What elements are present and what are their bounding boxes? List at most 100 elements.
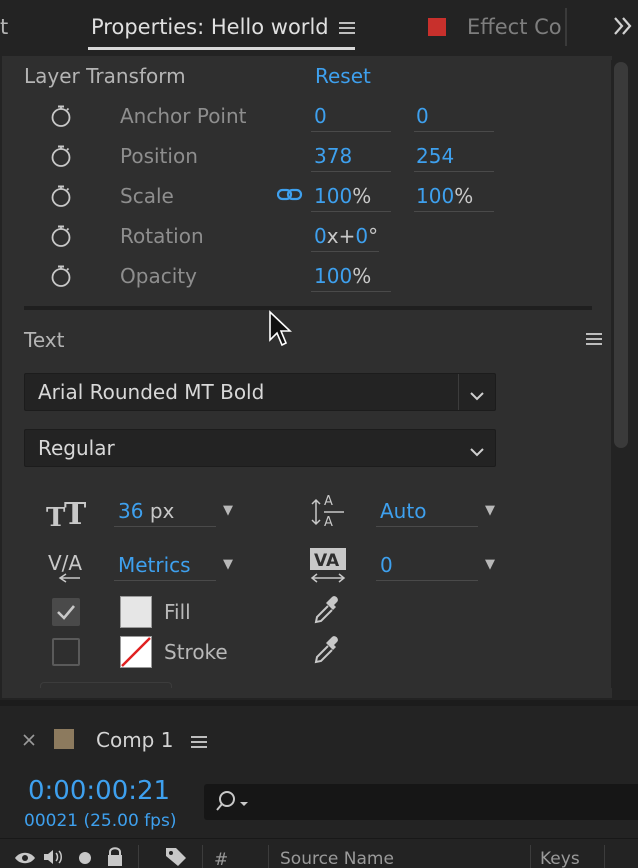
chevron-down-icon[interactable] <box>469 386 485 401</box>
field-underline <box>311 251 379 252</box>
font-size-icon: TT <box>46 496 87 533</box>
mouse-cursor-icon <box>268 310 293 348</box>
partial-control <box>40 682 172 688</box>
effect-color-swatch <box>428 18 446 36</box>
leading-value[interactable]: Auto <box>380 499 426 523</box>
panel-menu-icon[interactable] <box>339 20 355 34</box>
scale-label: Scale <box>120 184 174 208</box>
svg-text:A: A <box>324 515 333 528</box>
kerning-value[interactable]: Metrics <box>118 553 191 577</box>
reset-button[interactable]: Reset <box>315 64 371 88</box>
label-tag-icon[interactable] <box>164 846 190 866</box>
more-tabs-icon[interactable] <box>612 14 634 38</box>
font-family-value: Arial Rounded MT Bold <box>38 380 265 404</box>
tab-properties[interactable]: Properties: Hello world <box>91 15 329 39</box>
field-underline <box>376 526 478 527</box>
current-timecode[interactable]: 0:00:00:21 <box>28 776 170 806</box>
layer-transform-title: Layer Transform <box>24 64 186 88</box>
eyedropper-icon[interactable] <box>312 634 342 666</box>
tracking-value[interactable]: 0 <box>380 553 393 577</box>
rotation-revolutions[interactable]: 0 <box>314 224 327 248</box>
eyedropper-icon[interactable] <box>312 594 342 626</box>
stopwatch-icon[interactable] <box>50 265 72 287</box>
field-underline <box>114 526 216 527</box>
svg-text:T: T <box>46 503 66 528</box>
percent-unit: % <box>454 184 474 208</box>
svg-text:VA: VA <box>314 551 340 571</box>
scale-x-value[interactable]: 100 <box>314 184 352 208</box>
opacity-label: Opacity <box>120 264 197 288</box>
column-separator <box>138 845 139 868</box>
font-size-unit: px <box>149 499 175 523</box>
dropdown-separator <box>458 374 459 410</box>
frame-counter: 00021 (25.00 fps) <box>24 811 177 831</box>
stroke-label: Stroke <box>164 640 228 664</box>
close-tab-icon[interactable] <box>22 732 36 746</box>
font-size-caret-icon[interactable]: ▼ <box>223 503 233 518</box>
svg-text:A: A <box>324 494 333 509</box>
lock-icon[interactable] <box>106 846 124 866</box>
leading-caret-icon[interactable]: ▼ <box>485 503 495 518</box>
solo-icon[interactable] <box>79 852 91 864</box>
timeline-search-input[interactable] <box>204 784 638 820</box>
section-divider <box>24 306 592 310</box>
stopwatch-icon[interactable] <box>50 185 72 207</box>
chevron-down-icon[interactable] <box>469 442 485 457</box>
position-x-value[interactable]: 378 <box>314 144 352 168</box>
scale-y-value[interactable]: 100 <box>416 184 454 208</box>
keys-header[interactable]: Keys <box>540 849 580 868</box>
scrollbar-thumb[interactable] <box>614 62 628 448</box>
constrain-proportions-link-icon[interactable] <box>276 187 303 203</box>
field-underline <box>311 291 391 292</box>
position-y-value[interactable]: 254 <box>416 144 454 168</box>
scale-x-field[interactable]: 100% <box>314 184 371 208</box>
stroke-checkbox[interactable] <box>52 638 80 666</box>
eye-icon[interactable] <box>14 850 36 864</box>
stopwatch-icon[interactable] <box>50 145 72 167</box>
scale-y-field[interactable]: 100% <box>416 184 473 208</box>
text-section-title: Text <box>24 328 65 352</box>
kerning-icon: V/A <box>46 548 86 584</box>
column-separator <box>268 845 269 868</box>
anchor-x-value[interactable]: 0 <box>314 104 327 128</box>
opacity-value[interactable]: 100 <box>314 264 352 288</box>
stopwatch-icon[interactable] <box>50 105 72 127</box>
leading-icon: AA <box>310 492 346 530</box>
font-size-value[interactable]: 36 <box>118 499 143 523</box>
tab-effect-controls[interactable]: Effect Con <box>467 15 563 39</box>
tab-separator <box>565 8 567 46</box>
degree-unit: ° <box>368 224 379 248</box>
rotation-degrees[interactable]: 0 <box>355 224 368 248</box>
audio-icon[interactable] <box>42 848 66 866</box>
kerning-caret-icon[interactable]: ▼ <box>223 557 233 572</box>
position-label: Position <box>120 144 198 168</box>
percent-unit: % <box>352 264 372 288</box>
layer-number-header[interactable]: # <box>214 850 228 868</box>
text-panel-menu-icon[interactable] <box>586 331 602 345</box>
rotation-field[interactable]: 0x+0° <box>314 224 378 248</box>
field-underline <box>311 131 391 132</box>
fill-color-swatch[interactable] <box>120 596 152 628</box>
stroke-color-swatch[interactable] <box>120 636 152 668</box>
opacity-field[interactable]: 100% <box>314 264 371 288</box>
tab-partial[interactable]: t <box>0 15 8 39</box>
fill-checkbox[interactable] <box>52 598 80 626</box>
rotation-label: Rotation <box>120 224 204 248</box>
percent-unit: % <box>352 184 372 208</box>
field-underline <box>311 211 391 212</box>
source-name-header[interactable]: Source Name <box>280 849 394 868</box>
font-size-field[interactable]: 36 px <box>118 499 174 523</box>
search-icon[interactable] <box>216 790 250 814</box>
field-underline <box>414 171 494 172</box>
stopwatch-icon[interactable] <box>50 225 72 247</box>
column-separator <box>530 845 531 868</box>
anchor-y-value[interactable]: 0 <box>416 104 429 128</box>
field-underline <box>376 580 478 581</box>
field-underline <box>414 211 494 212</box>
tracking-caret-icon[interactable]: ▼ <box>485 557 495 572</box>
field-underline <box>311 171 391 172</box>
comp-menu-icon[interactable] <box>191 734 207 748</box>
comp-color-swatch <box>54 729 74 749</box>
column-separator <box>202 845 203 868</box>
comp-tab-name[interactable]: Comp 1 <box>96 728 173 752</box>
